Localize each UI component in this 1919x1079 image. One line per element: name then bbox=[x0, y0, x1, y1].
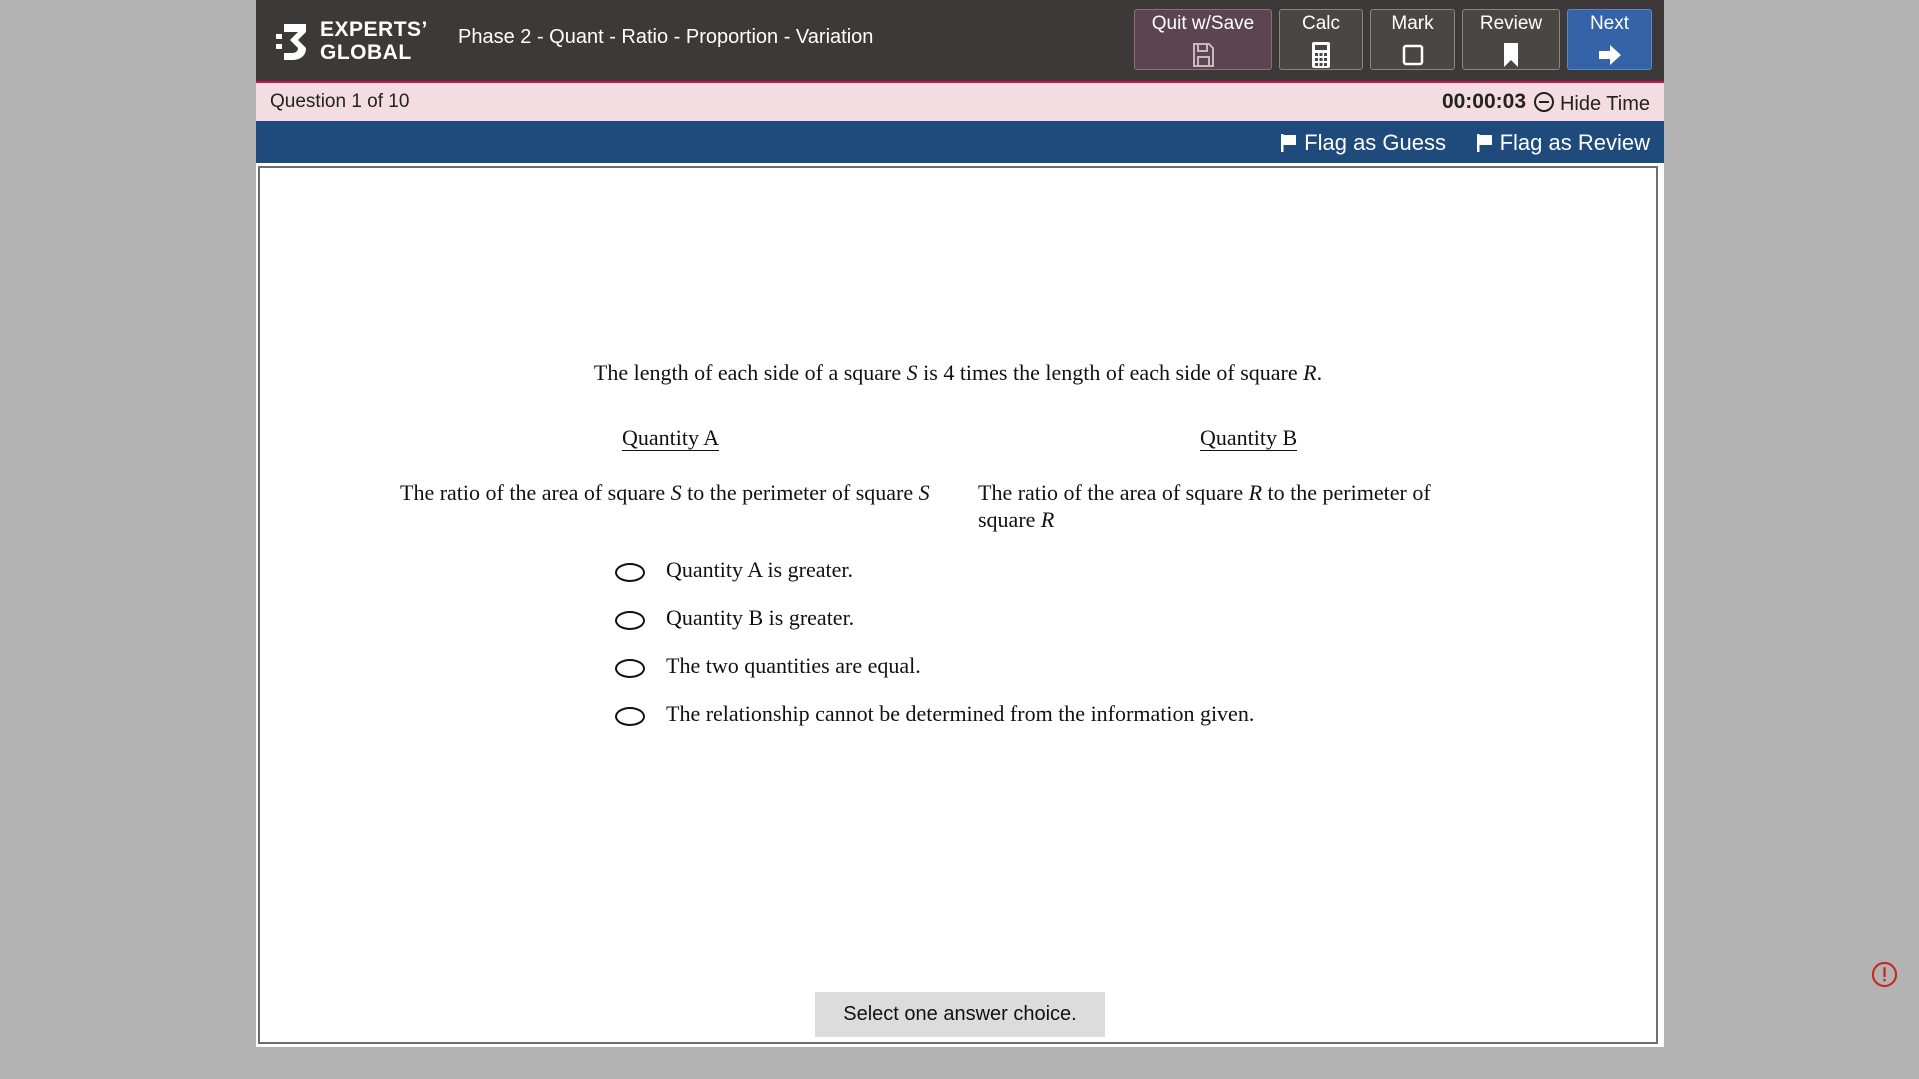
quantity-b-text: The ratio of the area of square R to the… bbox=[978, 480, 1431, 532]
instruction-message: Select one answer choice. bbox=[815, 992, 1105, 1037]
answer-choice-label: The two quantities are equal. bbox=[666, 653, 921, 678]
quit-save-button[interactable]: Quit w/Save bbox=[1134, 9, 1272, 70]
next-label: Next bbox=[1589, 13, 1630, 34]
question-status-bar: Question 1 of 10 00:00:03 Hide Time bbox=[256, 83, 1664, 121]
radio-button[interactable] bbox=[615, 707, 645, 726]
quantity-a-text: The ratio of the area of square S to the… bbox=[400, 480, 930, 505]
test-window: EXPERTS’ GLOBAL Phase 2 - Quant - Ratio … bbox=[256, 0, 1664, 1047]
header-bar: EXPERTS’ GLOBAL Phase 2 - Quant - Ratio … bbox=[256, 0, 1664, 83]
mark-button[interactable]: Mark bbox=[1370, 9, 1455, 70]
logo-line-1: EXPERTS’ bbox=[320, 18, 428, 41]
logo-icon bbox=[276, 24, 306, 60]
hide-time-label: Hide Time bbox=[1559, 93, 1650, 115]
flag-icon bbox=[1281, 134, 1297, 152]
experts-global-logo: EXPERTS’ GLOBAL bbox=[276, 18, 428, 66]
flag-bar: Flag as Guess Flag as Review bbox=[256, 121, 1664, 163]
question-stem: The length of each side of a square S is… bbox=[593, 360, 1323, 385]
review-button[interactable]: Review bbox=[1462, 9, 1560, 70]
quit-save-label: Quit w/Save bbox=[1151, 13, 1255, 34]
bookmark-icon bbox=[1504, 43, 1518, 67]
flag-as-guess-button[interactable]: Flag as Guess bbox=[1280, 130, 1446, 156]
minus-circle-icon bbox=[1533, 92, 1554, 112]
quantity-a-heading: Quantity A bbox=[622, 425, 720, 451]
save-icon bbox=[1193, 43, 1214, 67]
flag-as-guess-label: Flag as Guess bbox=[1304, 130, 1446, 155]
logo-text: EXPERTS’ GLOBAL bbox=[320, 18, 428, 64]
timer: 00:00:03 bbox=[1441, 90, 1526, 113]
question-counter: Question 1 of 10 bbox=[270, 91, 410, 112]
quantity-b-heading: Quantity B bbox=[1200, 425, 1298, 451]
hide-time-button[interactable]: Hide Time bbox=[1533, 90, 1650, 116]
alert-circle-icon[interactable] bbox=[1871, 961, 1898, 988]
checkbox-icon bbox=[1402, 44, 1423, 66]
calculator-icon bbox=[1312, 42, 1330, 68]
calc-label: Calc bbox=[1301, 13, 1340, 34]
section-title: Phase 2 - Quant - Ratio - Proportion - V… bbox=[458, 26, 874, 48]
review-label: Review bbox=[1479, 13, 1543, 34]
flag-as-review-button[interactable]: Flag as Review bbox=[1476, 130, 1650, 156]
answer-choice-label: The relationship cannot be determined fr… bbox=[666, 701, 1255, 726]
flag-icon bbox=[1476, 134, 1492, 152]
question-panel: The length of each side of a square S is… bbox=[258, 166, 1658, 1044]
flag-as-review-label: Flag as Review bbox=[1499, 130, 1650, 155]
radio-button[interactable] bbox=[615, 563, 645, 582]
calculator-button[interactable]: Calc bbox=[1279, 9, 1363, 70]
radio-button[interactable] bbox=[615, 659, 645, 678]
radio-button[interactable] bbox=[615, 611, 645, 630]
answer-choice-label: Quantity A is greater. bbox=[666, 557, 853, 582]
answer-choice-label: Quantity B is greater. bbox=[666, 605, 855, 630]
mark-label: Mark bbox=[1391, 13, 1434, 34]
arrow-right-icon bbox=[1598, 45, 1621, 65]
next-button[interactable]: Next bbox=[1567, 9, 1652, 70]
logo-line-2: GLOBAL bbox=[320, 41, 412, 64]
